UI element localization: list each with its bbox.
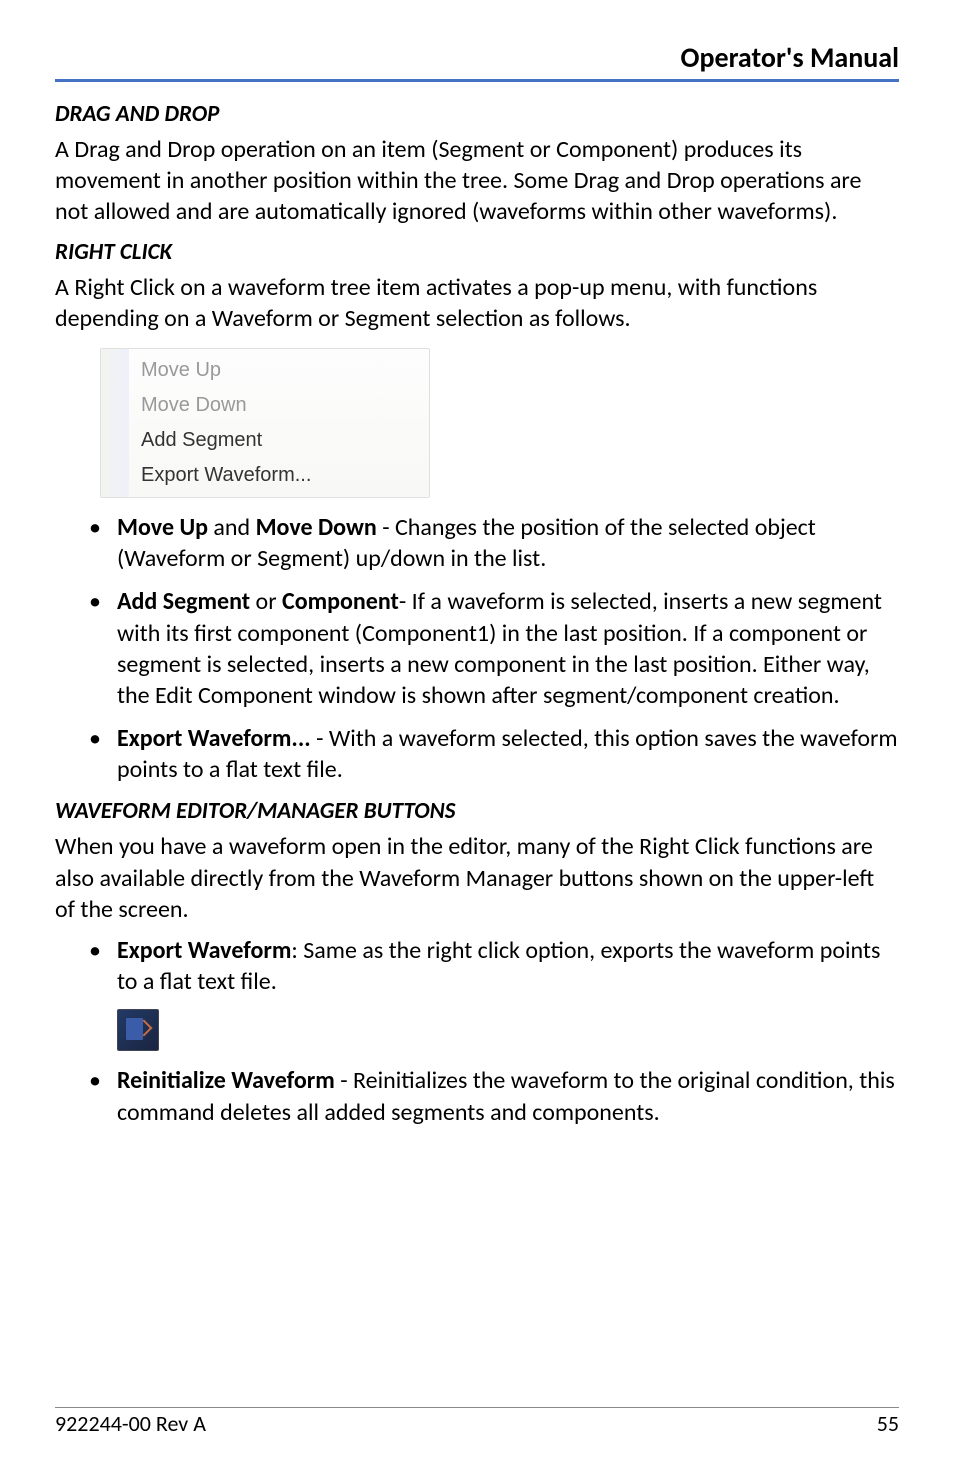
footer-page-number: 55 bbox=[877, 1410, 899, 1437]
section-heading-right-click: RIGHT CLICK bbox=[55, 238, 899, 266]
bullet-add-segment: Add Segment or Component- If a waveform … bbox=[55, 586, 899, 711]
menu-item-export-waveform[interactable]: Export Waveform... bbox=[129, 458, 429, 493]
bullet-reinitialize-waveform: Reinitialize Waveform - Reinitializes th… bbox=[55, 1065, 899, 1127]
section-heading-drag-and-drop: DRAG AND DROP bbox=[55, 100, 899, 128]
bullet-list-right-click: Move Up and Move Down - Changes the posi… bbox=[55, 512, 899, 786]
bullet-bold-reinitialize: Reinitialize Waveform bbox=[117, 1066, 335, 1095]
bullet-bold-export-waveform: Export Waveform... bbox=[117, 724, 311, 753]
bullet-bold-export-waveform: Export Waveform bbox=[117, 936, 291, 965]
section-heading-waveform-editor: WAVEFORM EDITOR/MANAGER BUTTONS bbox=[55, 797, 899, 825]
bullet-text: or bbox=[250, 587, 282, 616]
context-menu-items: Move Up Move Down Add Segment Export Wav… bbox=[129, 349, 429, 497]
bullet-bold-component: Component bbox=[282, 587, 399, 616]
menu-item-move-up[interactable]: Move Up bbox=[129, 353, 429, 388]
paragraph-waveform-editor: When you have a waveform open in the edi… bbox=[55, 831, 899, 925]
bullet-export-waveform: Export Waveform... - With a waveform sel… bbox=[55, 723, 899, 785]
bullet-bold-move-up: Move Up bbox=[117, 513, 208, 542]
menu-item-add-segment[interactable]: Add Segment bbox=[129, 423, 429, 458]
paragraph-drag-and-drop: A Drag and Drop operation on an item (Se… bbox=[55, 134, 899, 228]
bullet-text: and bbox=[208, 513, 256, 542]
export-waveform-icon bbox=[117, 1009, 159, 1051]
footer-rev: 922244-00 Rev A bbox=[55, 1410, 206, 1437]
menu-item-move-down[interactable]: Move Down bbox=[129, 388, 429, 423]
bullet-bold-move-down: Move Down bbox=[256, 513, 377, 542]
bullet-export-waveform-button: Export Waveform: Same as the right click… bbox=[55, 935, 899, 997]
bullet-move-up-down: Move Up and Move Down - Changes the posi… bbox=[55, 512, 899, 574]
context-menu: Move Up Move Down Add Segment Export Wav… bbox=[100, 348, 430, 498]
bullet-list-waveform-buttons: Export Waveform: Same as the right click… bbox=[55, 935, 899, 997]
bullet-list-reinitialize: Reinitialize Waveform - Reinitializes th… bbox=[55, 1065, 899, 1127]
page-footer: 922244-00 Rev A 55 bbox=[55, 1407, 899, 1437]
context-menu-gutter bbox=[101, 349, 129, 497]
paragraph-right-click: A Right Click on a waveform tree item ac… bbox=[55, 272, 899, 334]
page-header: Operator's Manual bbox=[55, 40, 899, 82]
bullet-bold-add-segment: Add Segment bbox=[117, 587, 250, 616]
